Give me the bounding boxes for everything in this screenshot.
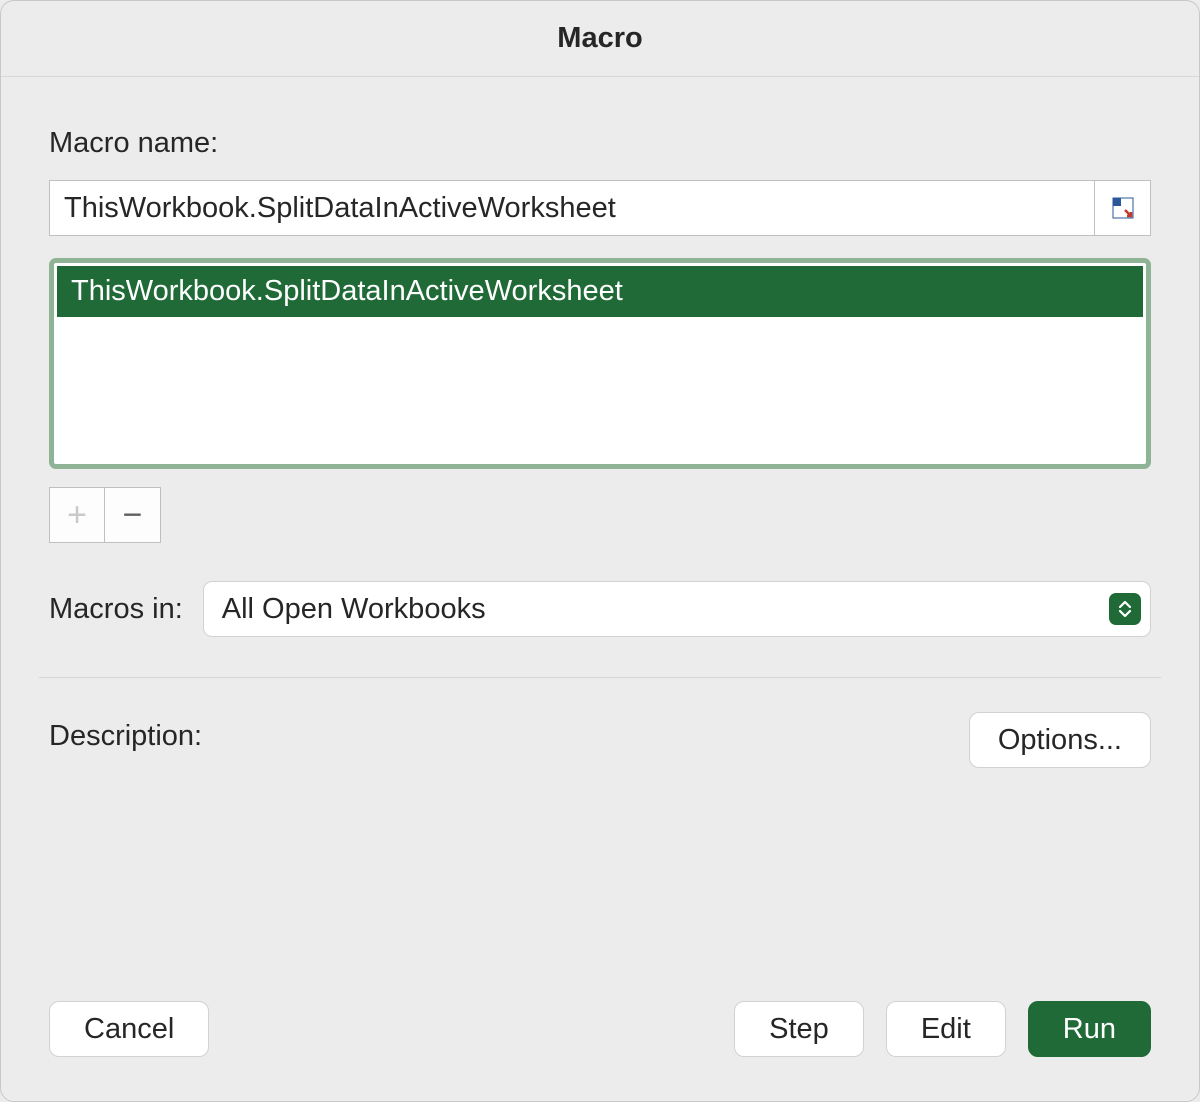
minus-icon: − (123, 496, 143, 535)
macros-in-value: All Open Workbooks (222, 593, 486, 626)
separator (39, 677, 1161, 678)
list-item[interactable]: ThisWorkbook.SplitDataInActiveWorksheet (57, 266, 1143, 317)
step-button[interactable]: Step (734, 1001, 864, 1057)
macros-in-select[interactable]: All Open Workbooks (203, 581, 1151, 637)
range-picker-button[interactable] (1095, 180, 1151, 236)
macro-name-label: Macro name: (49, 127, 1151, 160)
range-picker-icon (1111, 196, 1135, 220)
plus-icon: + (67, 496, 87, 535)
description-label: Description: (49, 712, 202, 753)
macro-dialog: Macro Macro name: ThisWorkbook.SplitData… (0, 0, 1200, 1102)
macro-listbox-wrap: ThisWorkbook.SplitDataInActiveWorksheet (49, 258, 1151, 469)
dropdown-stepper-icon (1109, 593, 1141, 625)
macros-in-label: Macros in: (49, 593, 183, 626)
description-row: Description: Options... (49, 712, 1151, 768)
titlebar: Macro (1, 1, 1199, 77)
macros-in-select-wrap: All Open Workbooks (203, 581, 1151, 637)
run-button[interactable]: Run (1028, 1001, 1151, 1057)
dialog-footer: Cancel Step Edit Run (49, 1001, 1151, 1057)
add-macro-button[interactable]: + (49, 487, 105, 543)
remove-macro-button[interactable]: − (105, 487, 161, 543)
macro-name-row (49, 180, 1151, 236)
macro-listbox[interactable]: ThisWorkbook.SplitDataInActiveWorksheet (57, 266, 1143, 461)
options-button[interactable]: Options... (969, 712, 1151, 768)
dialog-content: Macro name: ThisWorkbook.SplitDataInActi… (1, 77, 1199, 1101)
add-remove-row: + − (49, 487, 1151, 543)
dialog-title: Macro (557, 22, 642, 55)
cancel-button[interactable]: Cancel (49, 1001, 209, 1057)
macro-name-input[interactable] (49, 180, 1095, 236)
macros-in-row: Macros in: All Open Workbooks (49, 581, 1151, 637)
footer-right: Step Edit Run (734, 1001, 1151, 1057)
edit-button[interactable]: Edit (886, 1001, 1006, 1057)
